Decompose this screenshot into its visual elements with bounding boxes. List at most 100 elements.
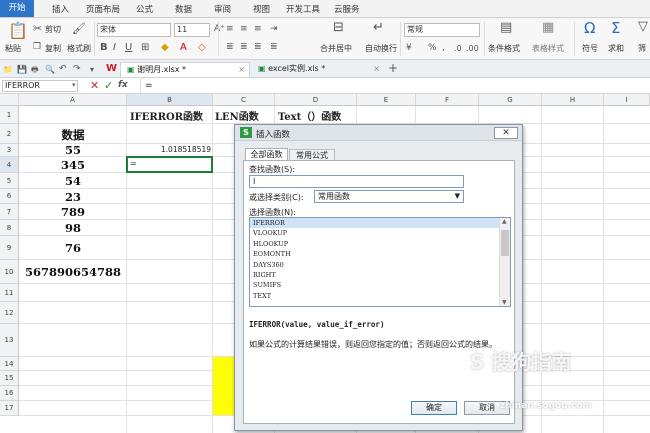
tab-view[interactable]: 视图 <box>253 3 270 15</box>
column-header[interactable]: E <box>357 94 416 106</box>
cancel-icon[interactable]: ✕ <box>90 79 99 92</box>
formula-input[interactable]: = <box>140 79 650 93</box>
row-header[interactable]: 3 <box>0 144 19 157</box>
list-item[interactable]: HLOOKUP <box>253 239 291 249</box>
function-search-input[interactable]: I <box>249 175 464 188</box>
align-center-icon[interactable]: ≣ <box>240 42 248 53</box>
row-header[interactable]: 5 <box>0 173 19 189</box>
new-tab-icon[interactable]: + <box>388 62 398 74</box>
wrap-text-button[interactable]: 自动换行 <box>365 43 397 54</box>
paste-button[interactable]: 粘贴 <box>5 43 21 54</box>
align-top-icon[interactable]: ≡ <box>226 24 234 35</box>
align-left-icon[interactable]: ≣ <box>226 42 234 53</box>
tab-home[interactable]: 开始 <box>0 0 34 17</box>
align-right-icon[interactable]: ≣ <box>254 42 262 53</box>
merge-center-button[interactable]: 合并居中 <box>320 43 352 54</box>
row-header[interactable]: 9 <box>0 236 19 260</box>
row-header[interactable]: 13 <box>0 324 19 357</box>
sum-button[interactable]: 求和 <box>608 43 624 54</box>
row-header[interactable]: 12 <box>0 302 19 324</box>
column-header[interactable]: C <box>213 94 275 106</box>
italic-icon[interactable]: I <box>113 42 116 53</box>
bold-icon[interactable]: B <box>100 42 108 53</box>
list-scrollbar[interactable]: ▲ ▼ <box>499 218 510 306</box>
currency-icon[interactable]: ¥ <box>406 43 412 54</box>
row-header[interactable]: 6 <box>0 189 19 204</box>
row-header[interactable]: 15 <box>0 371 19 386</box>
preview-icon[interactable]: 🔍 <box>45 64 55 75</box>
row-header[interactable]: 10 <box>0 260 19 284</box>
conditional-format-icon[interactable]: ▤ <box>500 21 512 34</box>
font-color-icon[interactable]: A <box>180 42 187 53</box>
row-header[interactable]: 8 <box>0 220 19 236</box>
doc-tab-active[interactable]: ▣ 谢明月.xlsx * × <box>120 62 250 77</box>
close-button[interactable]: ✕ <box>494 127 518 139</box>
column-header[interactable]: G <box>479 94 542 106</box>
clear-format-icon[interactable]: ◇ <box>198 42 206 53</box>
sigma-icon[interactable]: Σ <box>611 21 620 36</box>
cut-icon[interactable]: ✂ <box>33 23 42 34</box>
column-header[interactable]: D <box>275 94 357 106</box>
name-box[interactable]: IFERROR <box>2 80 78 92</box>
select-all-corner[interactable] <box>0 94 19 106</box>
confirm-icon[interactable]: ✓ <box>104 79 113 92</box>
cell-a2[interactable]: 数据 <box>19 127 127 143</box>
thousands-icon[interactable]: , <box>442 43 445 54</box>
list-item[interactable]: EOMONTH <box>253 249 291 259</box>
close-icon[interactable]: × <box>373 62 380 76</box>
filter-icon[interactable]: ▽ <box>638 20 648 33</box>
font-name-select[interactable]: 宋体 <box>97 23 171 37</box>
active-cell-b4[interactable]: = <box>126 156 213 173</box>
row-header[interactable]: 14 <box>0 357 19 371</box>
list-item[interactable]: IFERROR <box>253 218 291 228</box>
justify-icon[interactable]: ≣ <box>270 42 278 53</box>
row-header[interactable]: 1 <box>0 106 19 124</box>
table-style-icon[interactable]: ▦ <box>542 21 554 34</box>
tab-review[interactable]: 审阅 <box>214 3 231 15</box>
scrollbar-thumb[interactable] <box>501 230 509 256</box>
print-icon[interactable]: 🖶 <box>31 64 39 75</box>
column-header[interactable]: I <box>604 94 650 106</box>
row-header[interactable]: 4 <box>0 157 19 173</box>
cell-a7[interactable]: 789 <box>19 205 127 219</box>
save-icon[interactable]: 💾 <box>17 64 27 75</box>
font-size-select[interactable]: 11 <box>174 23 210 37</box>
copy-button[interactable]: 复制 <box>45 43 61 54</box>
fill-color-icon[interactable]: ◆ <box>161 42 169 53</box>
cell-a4[interactable]: 345 <box>19 158 127 172</box>
column-header[interactable]: A <box>19 94 127 106</box>
list-item[interactable]: DAYS360 <box>253 260 291 270</box>
cell-b1[interactable]: IFERROR函数 <box>130 108 203 123</box>
align-middle-icon[interactable]: ≡ <box>240 24 248 35</box>
ok-button[interactable]: 确定 <box>411 401 457 415</box>
tab-developer[interactable]: 开发工具 <box>286 3 320 15</box>
list-item[interactable]: RIGHT <box>253 270 291 280</box>
column-header[interactable]: F <box>416 94 479 106</box>
tab-data[interactable]: 数据 <box>175 3 192 15</box>
tab-page-layout[interactable]: 页面布局 <box>86 3 120 15</box>
underline-icon[interactable]: U <box>125 42 132 53</box>
insert-function-icon[interactable]: fx <box>118 80 128 90</box>
indent-icon[interactable]: ⇥ <box>270 24 278 35</box>
decrease-decimal-icon[interactable]: .00 <box>466 43 479 54</box>
merge-center-icon[interactable]: ⊟ <box>333 21 344 34</box>
format-painter-icon[interactable]: 🖌 <box>72 23 86 34</box>
increase-decimal-icon[interactable]: .0 <box>454 43 462 54</box>
align-bottom-icon[interactable]: ≡ <box>254 24 262 35</box>
row-header[interactable]: 7 <box>0 204 19 220</box>
scroll-down-icon[interactable]: ▼ <box>502 299 507 306</box>
doc-tab[interactable]: ▣ excel实例.xls * × <box>252 62 384 77</box>
symbol-button[interactable]: 符号 <box>582 43 598 54</box>
copy-icon[interactable]: ❐ <box>33 42 41 53</box>
cell-a3[interactable]: 55 <box>19 143 127 157</box>
row-header[interactable]: 11 <box>0 284 19 302</box>
table-style-button[interactable]: 表格样式 <box>532 43 564 54</box>
cut-button[interactable]: 剪切 <box>45 24 61 35</box>
cell-b3[interactable]: 1.018518519 <box>127 145 211 154</box>
number-format-select[interactable]: 常规 <box>404 23 480 37</box>
chevron-down-icon[interactable]: ▾ <box>90 64 94 75</box>
conditional-format-button[interactable]: 条件格式 <box>488 43 520 54</box>
wrap-text-icon[interactable]: ↵ <box>373 21 384 34</box>
cell-a10[interactable]: 567890654788 <box>19 265 127 279</box>
row-header[interactable]: 16 <box>0 386 19 401</box>
